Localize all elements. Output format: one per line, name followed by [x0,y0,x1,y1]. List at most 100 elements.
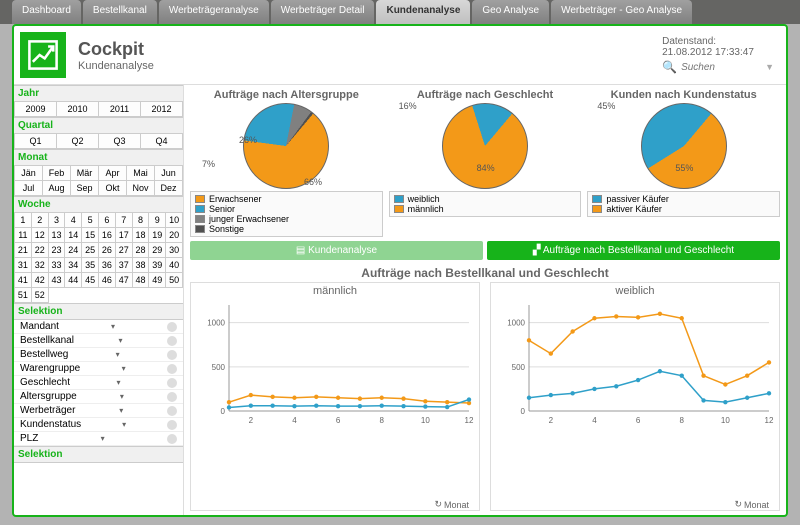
filter-cell[interactable]: 19 [149,228,166,243]
selektion-row[interactable]: Kundenstatus▾ [14,418,183,432]
filter-cell[interactable]: Okt [99,181,127,196]
filter-cell[interactable]: 6 [99,213,116,228]
chevron-down-icon[interactable]: ▾ [117,378,121,387]
chevron-down-icon[interactable]: ▾ [119,406,123,415]
filter-cell[interactable]: Mai [127,166,155,181]
selektion-row[interactable]: Bestellkanal▾ [14,334,183,348]
tab-werbetr-geranalyse[interactable]: Werbeträgeranalyse [159,0,269,24]
filter-cell[interactable]: 2 [32,213,49,228]
tab-werbetr-ger-detail[interactable]: Werbeträger Detail [271,0,375,24]
chevron-down-icon[interactable]: ▾ [122,364,126,373]
clear-icon[interactable] [167,392,177,402]
tab-werbetr-ger-geo-analyse[interactable]: Werbeträger - Geo Analyse [551,0,692,24]
filter-cell[interactable]: 2012 [141,102,183,117]
filter-cell[interactable]: Jun [155,166,183,181]
cycle-icon[interactable]: ↻ [434,499,442,510]
selektion-row[interactable]: Altersgruppe▾ [14,390,183,404]
chevron-down-icon[interactable]: ▾ [120,392,124,401]
selektion-row[interactable]: Warengruppe▾ [14,362,183,376]
filter-cell[interactable]: 14 [65,228,82,243]
filter-cell[interactable]: Q3 [99,134,141,149]
filter-cell[interactable]: 50 [166,273,183,288]
filter-cell[interactable]: Jän [15,166,43,181]
auftraege-button[interactable]: ▞ Aufträge nach Bestellkanal und Geschle… [487,241,780,260]
chevron-down-icon[interactable]: ▾ [116,350,120,359]
tab-geo-analyse[interactable]: Geo Analyse [472,0,549,24]
search-input[interactable] [681,62,761,73]
filter-cell[interactable]: 21 [15,243,32,258]
chevron-down-icon[interactable]: ▾ [101,434,105,443]
tab-dashboard[interactable]: Dashboard [12,0,81,24]
clear-icon[interactable] [167,350,177,360]
filter-cell[interactable]: 38 [133,258,150,273]
filter-cell[interactable]: 3 [49,213,66,228]
filter-cell[interactable]: 12 [32,228,49,243]
filter-cell[interactable]: 22 [32,243,49,258]
filter-cell[interactable]: 5 [82,213,99,228]
filter-cell[interactable]: Nov [127,181,155,196]
filter-cell[interactable]: 13 [49,228,66,243]
filter-cell[interactable]: 32 [32,258,49,273]
chevron-down-icon[interactable]: ▼ [765,62,774,72]
clear-icon[interactable] [167,434,177,444]
filter-cell[interactable]: 49 [149,273,166,288]
filter-cell[interactable]: 4 [65,213,82,228]
filter-cell[interactable]: 40 [166,258,183,273]
selektion-row[interactable]: Werbeträger▾ [14,404,183,418]
selektion-row[interactable]: Geschlecht▾ [14,376,183,390]
clear-icon[interactable] [167,420,177,430]
filter-cell[interactable]: 7 [116,213,133,228]
filter-cell[interactable]: 42 [32,273,49,288]
filter-cell[interactable]: 31 [15,258,32,273]
filter-cell[interactable]: Apr [99,166,127,181]
filter-cell[interactable]: 11 [15,228,32,243]
filter-cell[interactable]: 28 [133,243,150,258]
filter-cell[interactable]: 20 [166,228,183,243]
filter-cell[interactable]: Jul [15,181,43,196]
filter-cell[interactable]: 41 [15,273,32,288]
filter-cell[interactable]: 23 [49,243,66,258]
filter-cell[interactable]: 36 [99,258,116,273]
filter-cell[interactable]: Q1 [15,134,57,149]
filter-cell[interactable]: 44 [65,273,82,288]
tab-kundenanalyse[interactable]: Kundenanalyse [376,0,470,24]
filter-cell[interactable]: 1 [15,213,32,228]
filter-cell[interactable]: 39 [149,258,166,273]
cycle-icon[interactable]: ↻ [734,499,742,510]
filter-cell[interactable]: 46 [99,273,116,288]
filter-cell[interactable]: 37 [116,258,133,273]
filter-cell[interactable]: 27 [116,243,133,258]
filter-cell[interactable]: 52 [32,288,49,303]
filter-cell[interactable]: 43 [49,273,66,288]
clear-icon[interactable] [167,364,177,374]
filter-cell[interactable]: Feb [43,166,71,181]
filter-cell[interactable]: Q4 [141,134,183,149]
filter-cell[interactable]: 48 [133,273,150,288]
filter-cell[interactable]: 2011 [99,102,141,117]
filter-cell[interactable]: Q2 [57,134,99,149]
chevron-down-icon[interactable]: ▾ [122,420,126,429]
selektion-row[interactable]: Mandant▾ [14,320,183,334]
filter-cell[interactable]: 9 [149,213,166,228]
filter-cell[interactable]: 24 [65,243,82,258]
filter-cell[interactable]: 47 [116,273,133,288]
clear-icon[interactable] [167,322,177,332]
tab-bestellkanal[interactable]: Bestellkanal [83,0,157,24]
filter-cell[interactable]: 18 [133,228,150,243]
selektion-row[interactable]: Bestellweg▾ [14,348,183,362]
filter-cell[interactable]: Aug [43,181,71,196]
clear-icon[interactable] [167,336,177,346]
clear-icon[interactable] [167,406,177,416]
filter-cell[interactable]: 45 [82,273,99,288]
filter-cell[interactable]: 29 [149,243,166,258]
filter-cell[interactable]: 2009 [15,102,57,117]
filter-cell[interactable]: Mär [71,166,99,181]
filter-cell[interactable]: 51 [15,288,32,303]
filter-cell[interactable]: Sep [71,181,99,196]
filter-cell[interactable]: 35 [82,258,99,273]
filter-cell[interactable]: 30 [166,243,183,258]
filter-cell[interactable]: Dez [155,181,183,196]
filter-cell[interactable]: 2010 [57,102,99,117]
chevron-down-icon[interactable]: ▾ [111,322,115,331]
filter-cell[interactable]: 17 [116,228,133,243]
